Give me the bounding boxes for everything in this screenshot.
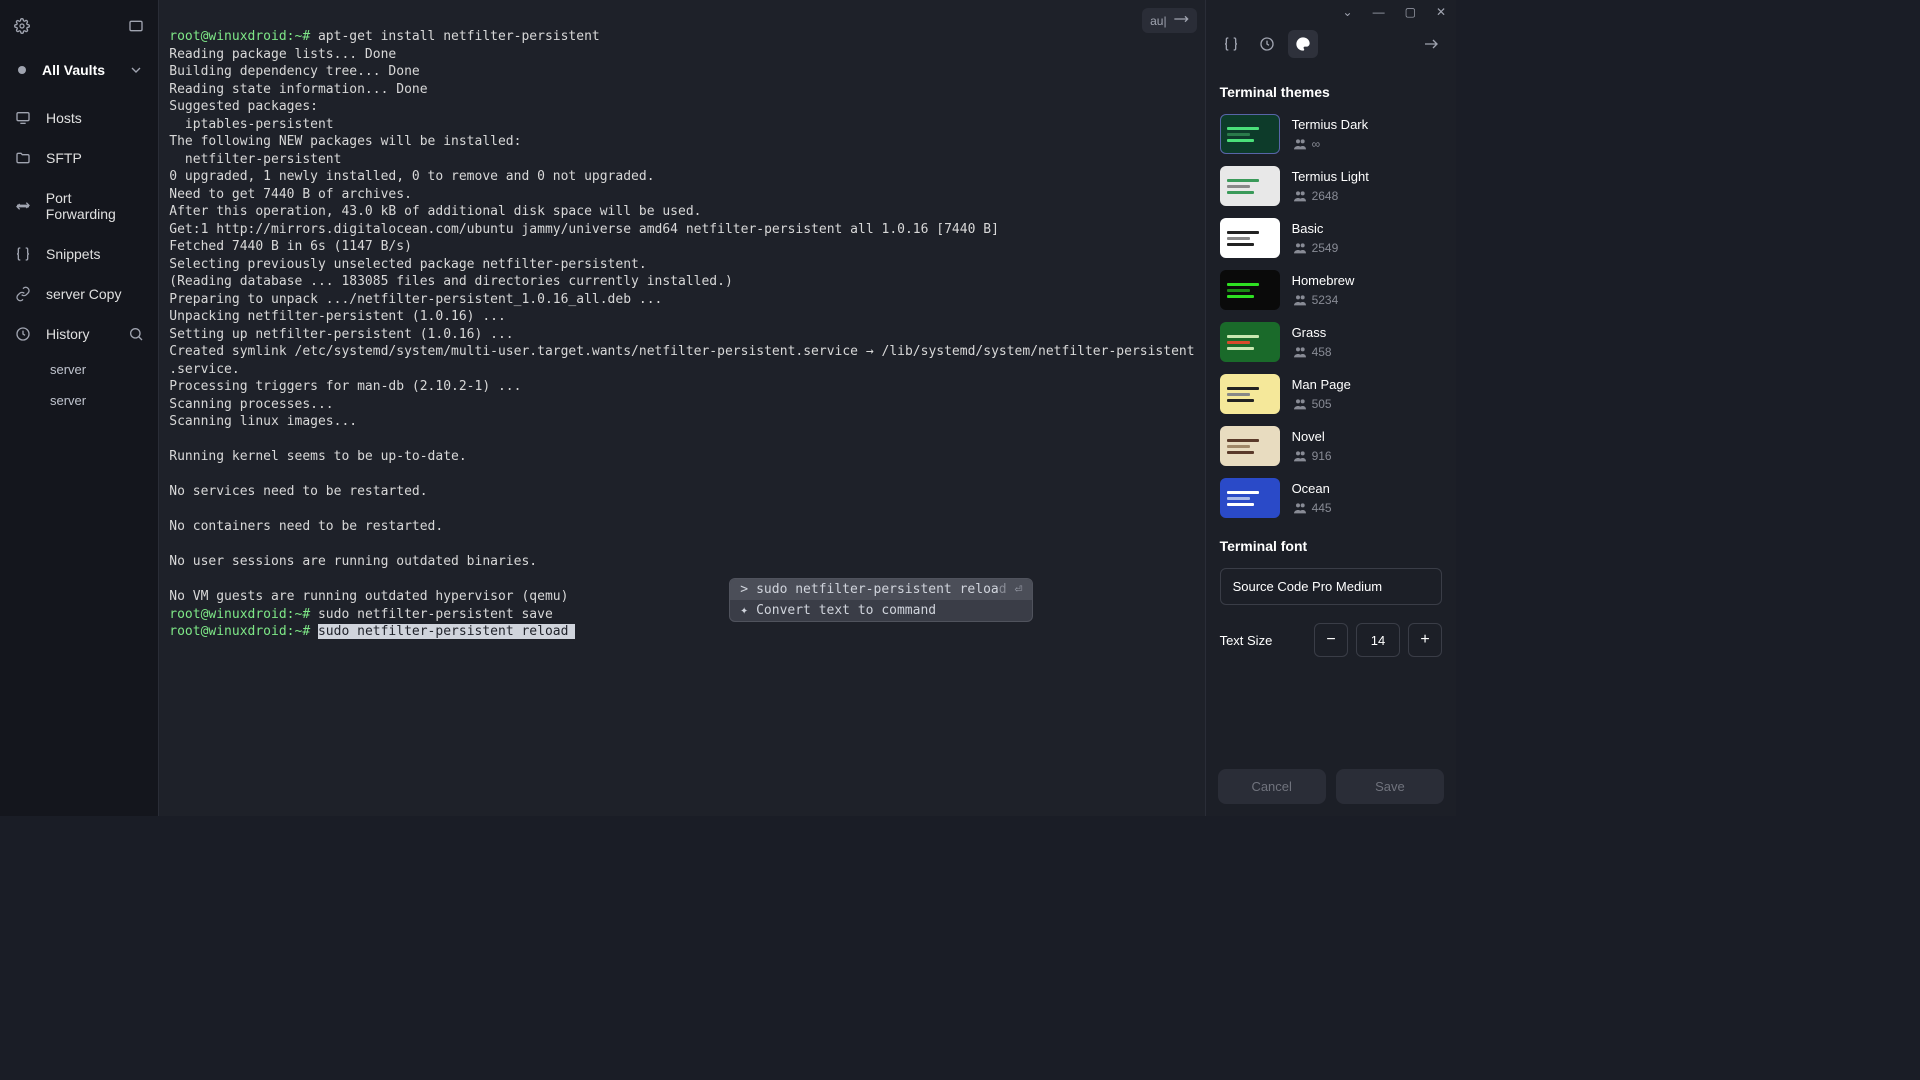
text-size-value: 14 — [1356, 623, 1400, 657]
text-size-label: Text Size — [1220, 633, 1273, 648]
theme-count: 445 — [1292, 500, 1332, 516]
theme-name: Termius Light — [1292, 169, 1369, 184]
suggestion-icon: > — [740, 582, 748, 597]
theme-swatch — [1220, 270, 1280, 310]
brackets-icon — [14, 246, 32, 262]
minimize-icon[interactable]: — — [1373, 5, 1385, 19]
settings-icon[interactable] — [14, 18, 30, 34]
nav-label: Port Forwarding — [46, 190, 144, 222]
sidebar-item-server-copy[interactable]: server Copy — [0, 274, 158, 314]
sidebar-item-port-forwarding[interactable]: Port Forwarding — [0, 178, 158, 234]
theme-count: 2648 — [1292, 188, 1369, 204]
theme-name: Ocean — [1292, 481, 1332, 496]
autocomplete-popup: > sudo netfilter-persistent reload ⏎ ✦ Conve… — [729, 578, 1033, 622]
folder-icon — [14, 150, 32, 166]
theme-swatch — [1220, 114, 1280, 154]
theme-swatch — [1220, 426, 1280, 466]
theme-count: ∞ — [1292, 136, 1369, 152]
search-icon[interactable] — [128, 326, 144, 342]
chevron-down-icon — [128, 62, 144, 78]
theme-swatch — [1220, 478, 1280, 518]
history-icon — [14, 326, 32, 342]
nav-label: Hosts — [46, 110, 82, 126]
right-panel: ⌄ — ▢ ✕ Terminal themes Termius Dark ∞ — [1205, 0, 1456, 816]
suggestion-icon: ✦ — [740, 603, 748, 618]
increase-size-button[interactable]: + — [1408, 623, 1442, 657]
theme-count: 2549 — [1292, 240, 1339, 256]
monitor-icon — [14, 110, 32, 126]
save-button[interactable]: Save — [1336, 769, 1444, 804]
share-icon[interactable] — [1173, 11, 1189, 30]
history-entry[interactable]: server — [50, 354, 158, 385]
theme-name: Homebrew — [1292, 273, 1355, 288]
tab-appearance[interactable] — [1288, 30, 1318, 58]
tab-braces[interactable] — [1216, 30, 1246, 58]
theme-swatch — [1220, 218, 1280, 258]
vault-icon — [14, 62, 30, 78]
theme-termius-dark[interactable]: Termius Dark ∞ — [1220, 114, 1442, 154]
sidebar-item-sftp[interactable]: SFTP — [0, 138, 158, 178]
terminal-badge[interactable]: au| — [1142, 8, 1196, 33]
theme-count: 5234 — [1292, 292, 1355, 308]
sidebar-item-hosts[interactable]: Hosts — [0, 98, 158, 138]
suggestion-item[interactable]: > sudo netfilter-persistent reload ⏎ — [730, 579, 1032, 600]
maximize-icon[interactable]: ▢ — [1405, 5, 1416, 19]
theme-count: 916 — [1292, 448, 1332, 464]
theme-swatch — [1220, 322, 1280, 362]
collapse-panel-icon[interactable] — [1416, 30, 1446, 58]
new-terminal-icon[interactable] — [128, 18, 144, 34]
theme-name: Basic — [1292, 221, 1339, 236]
suggestion-text: Convert text to command — [756, 603, 936, 618]
cancel-button[interactable]: Cancel — [1218, 769, 1326, 804]
themes-heading: Terminal themes — [1220, 84, 1442, 100]
theme-name: Man Page — [1292, 377, 1351, 392]
font-value: Source Code Pro Medium — [1233, 579, 1383, 594]
theme-ocean[interactable]: Ocean 445 — [1220, 478, 1442, 518]
theme-name: Termius Dark — [1292, 117, 1369, 132]
link-icon — [14, 286, 32, 302]
nav-label: server Copy — [46, 286, 121, 302]
history-label: History — [46, 326, 90, 342]
font-heading: Terminal font — [1220, 538, 1442, 554]
theme-homebrew[interactable]: Homebrew 5234 — [1220, 270, 1442, 310]
terminal-area[interactable]: au| root@winuxdroid:~# apt-get install n… — [159, 0, 1204, 816]
suggestion-text: sudo netfilter-persistent reload — [756, 582, 1006, 597]
theme-count: 505 — [1292, 396, 1351, 412]
theme-termius-light[interactable]: Termius Light 2648 — [1220, 166, 1442, 206]
close-icon[interactable]: ✕ — [1436, 5, 1446, 19]
theme-basic[interactable]: Basic 2549 — [1220, 218, 1442, 258]
nav-label: SFTP — [46, 150, 82, 166]
theme-novel[interactable]: Novel 916 — [1220, 426, 1442, 466]
sidebar-item-snippets[interactable]: Snippets — [0, 234, 158, 274]
sidebar-item-history[interactable]: History — [0, 314, 158, 354]
badge-text: au| — [1150, 14, 1166, 28]
vaults-label: All Vaults — [42, 62, 116, 78]
arrows-icon — [14, 198, 32, 214]
font-select[interactable]: Source Code Pro Medium — [1220, 568, 1442, 605]
theme-count: 458 — [1292, 344, 1332, 360]
window-controls: ⌄ — ▢ ✕ — [1206, 0, 1456, 24]
sidebar: All Vaults Hosts SFTP Port Forwarding Snipp… — [0, 0, 159, 816]
enter-icon: ⏎ — [1015, 582, 1023, 597]
nav-label: Snippets — [46, 246, 100, 262]
theme-name: Grass — [1292, 325, 1332, 340]
chevron-down-icon[interactable]: ⌄ — [1343, 5, 1353, 19]
theme-grass[interactable]: Grass 458 — [1220, 322, 1442, 362]
theme-man-page[interactable]: Man Page 505 — [1220, 374, 1442, 414]
tab-clock[interactable] — [1252, 30, 1282, 58]
theme-swatch — [1220, 374, 1280, 414]
decrease-size-button[interactable]: − — [1314, 623, 1348, 657]
history-entry[interactable]: server — [50, 385, 158, 416]
terminal-output[interactable]: root@winuxdroid:~# apt-get install netfi… — [159, 0, 1204, 651]
theme-swatch — [1220, 166, 1280, 206]
suggestion-item[interactable]: ✦ Convert text to command — [730, 600, 1032, 621]
theme-name: Novel — [1292, 429, 1332, 444]
vaults-selector[interactable]: All Vaults — [0, 52, 158, 88]
